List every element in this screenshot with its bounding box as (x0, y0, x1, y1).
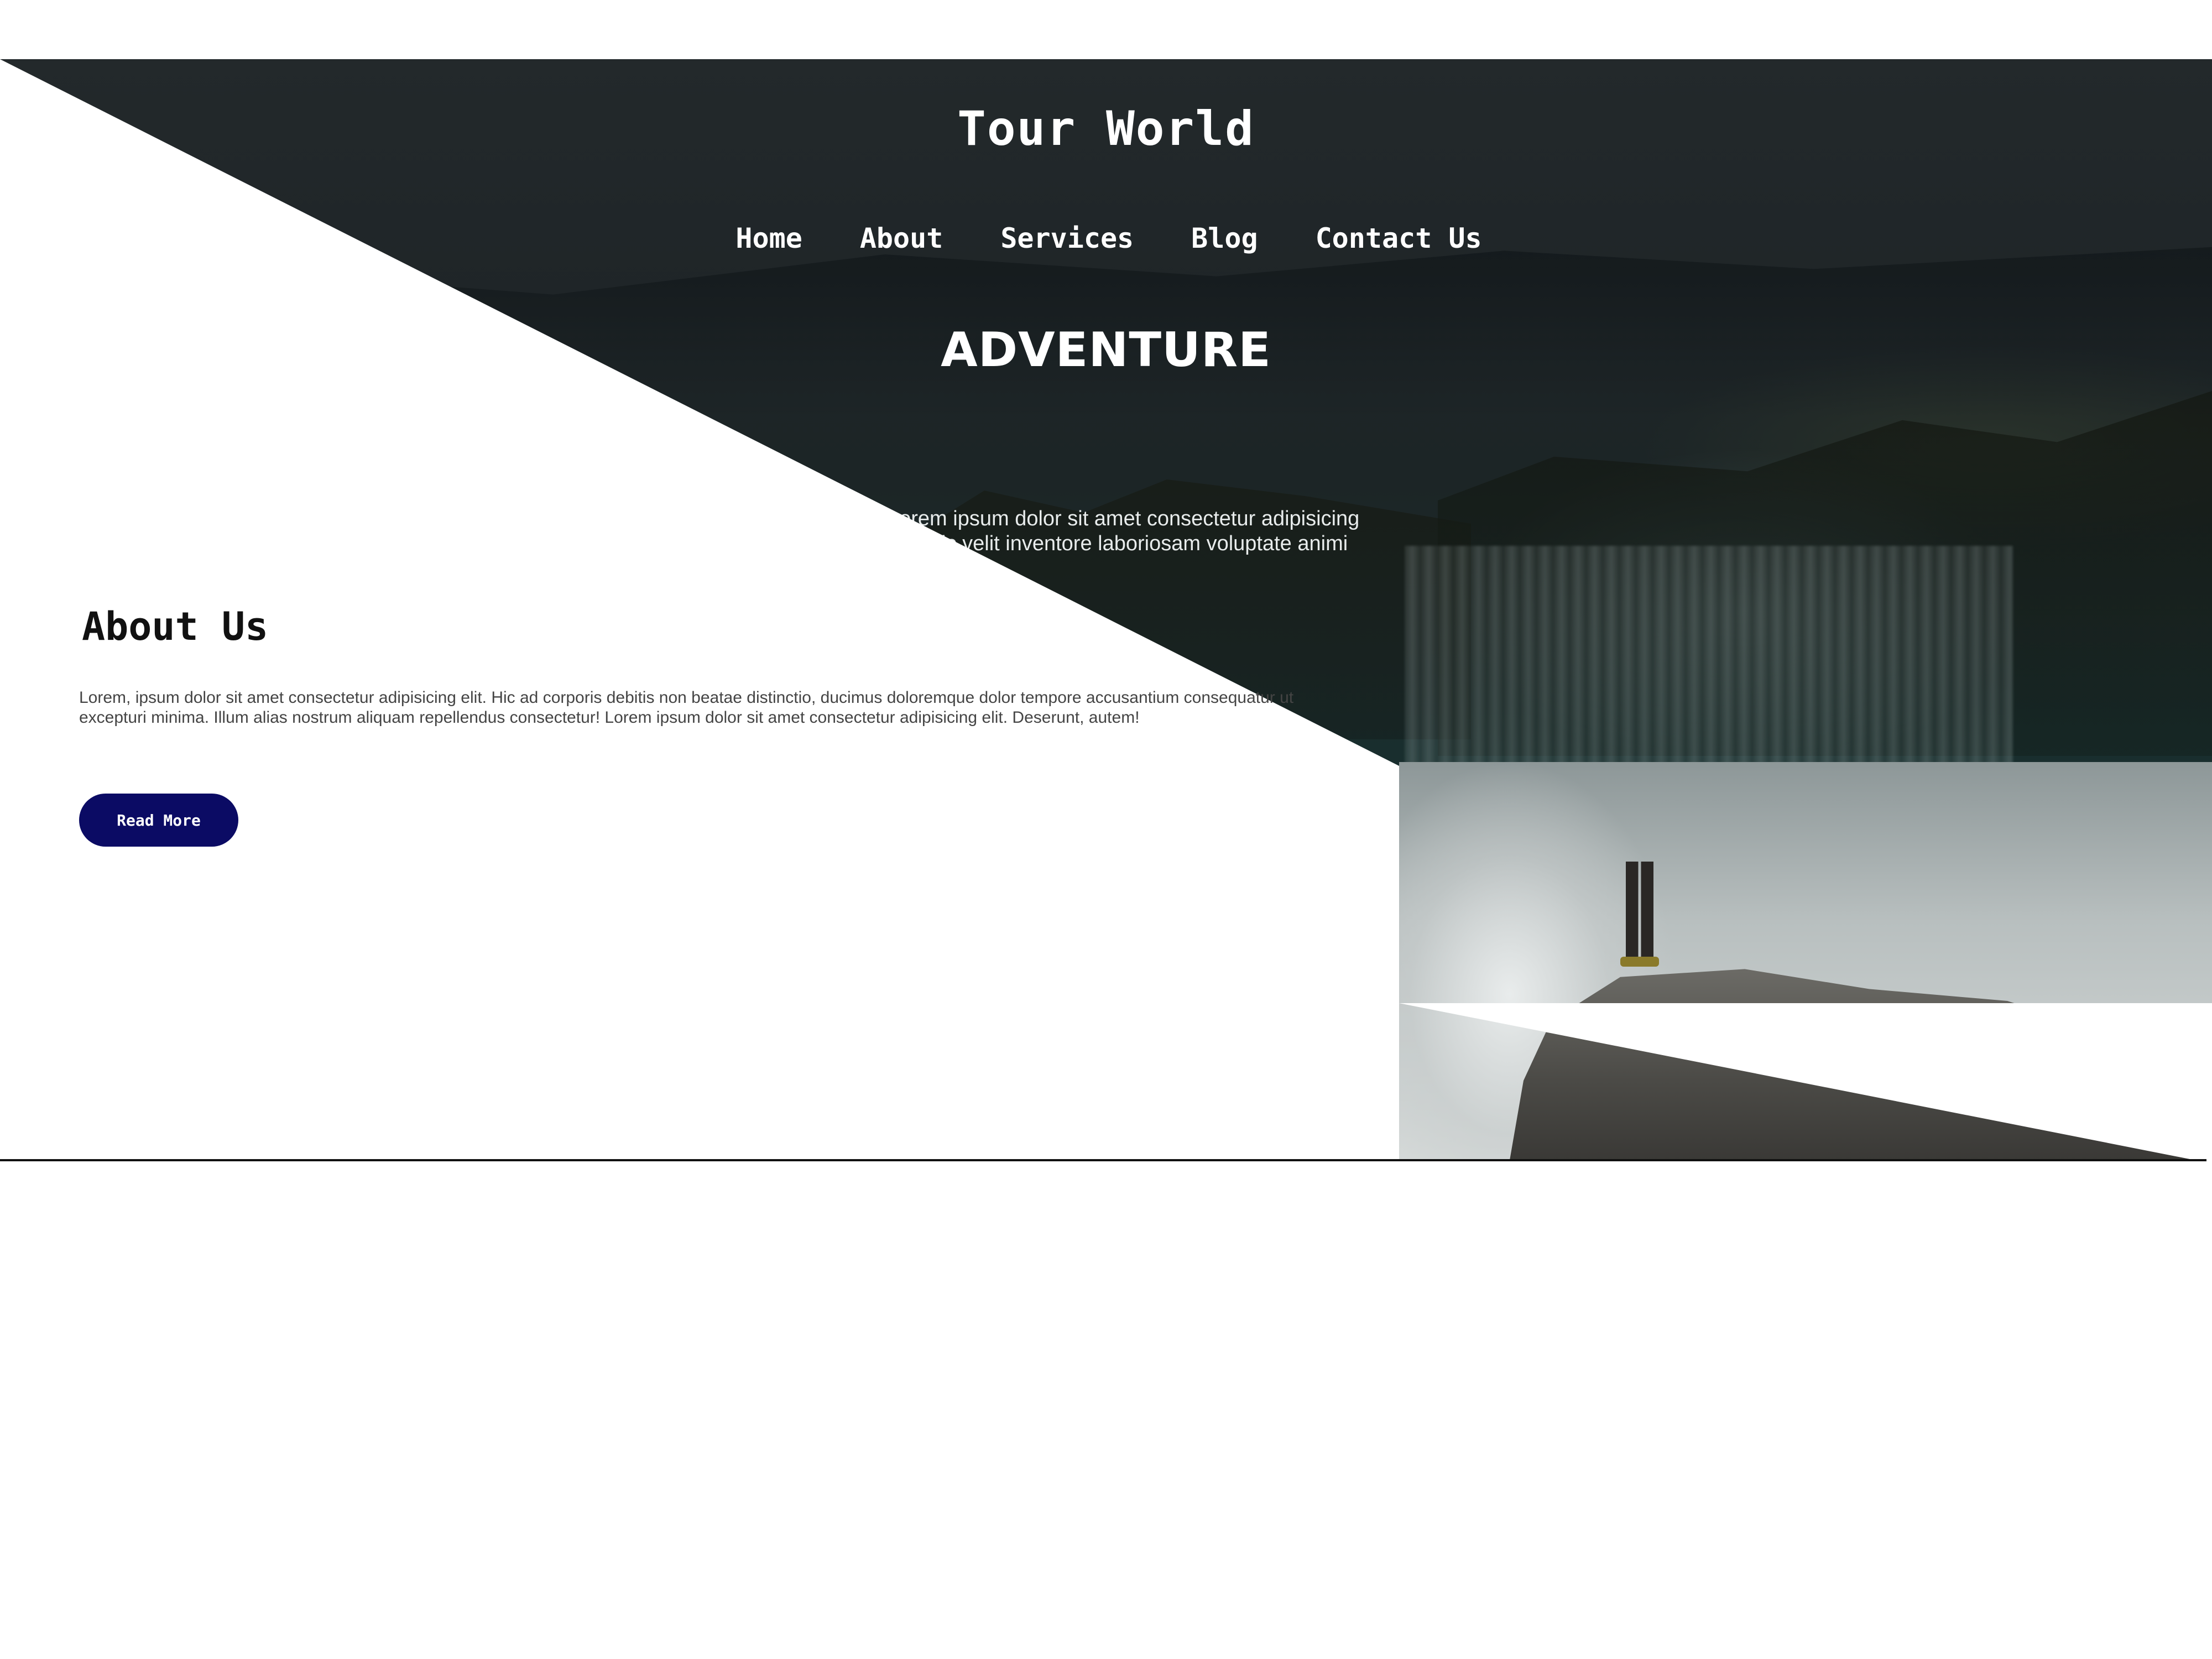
hiker-shoes (1620, 957, 1659, 967)
nav-link-blog[interactable]: Blog (1191, 219, 1258, 258)
blank-area (0, 1161, 2212, 1659)
hiker-legs (1626, 862, 1653, 961)
hiker-figure (1620, 862, 1659, 972)
about-text: Lorem, ipsum dolor sit amet consectetur … (79, 688, 1294, 727)
read-more-button[interactable]: Read More (79, 794, 238, 847)
about-title: About Us (82, 604, 269, 649)
nav-link-contact[interactable]: Contact Us (1316, 219, 1482, 258)
page: Tour World Home About Services Blog Cont… (0, 0, 2212, 1659)
nav-link-home[interactable]: Home (735, 219, 802, 258)
waterfall (1405, 546, 2013, 784)
nav-link-services[interactable]: Services (1000, 219, 1134, 258)
nav-link-about[interactable]: About (860, 219, 943, 258)
site-title: Tour World (957, 101, 1255, 156)
